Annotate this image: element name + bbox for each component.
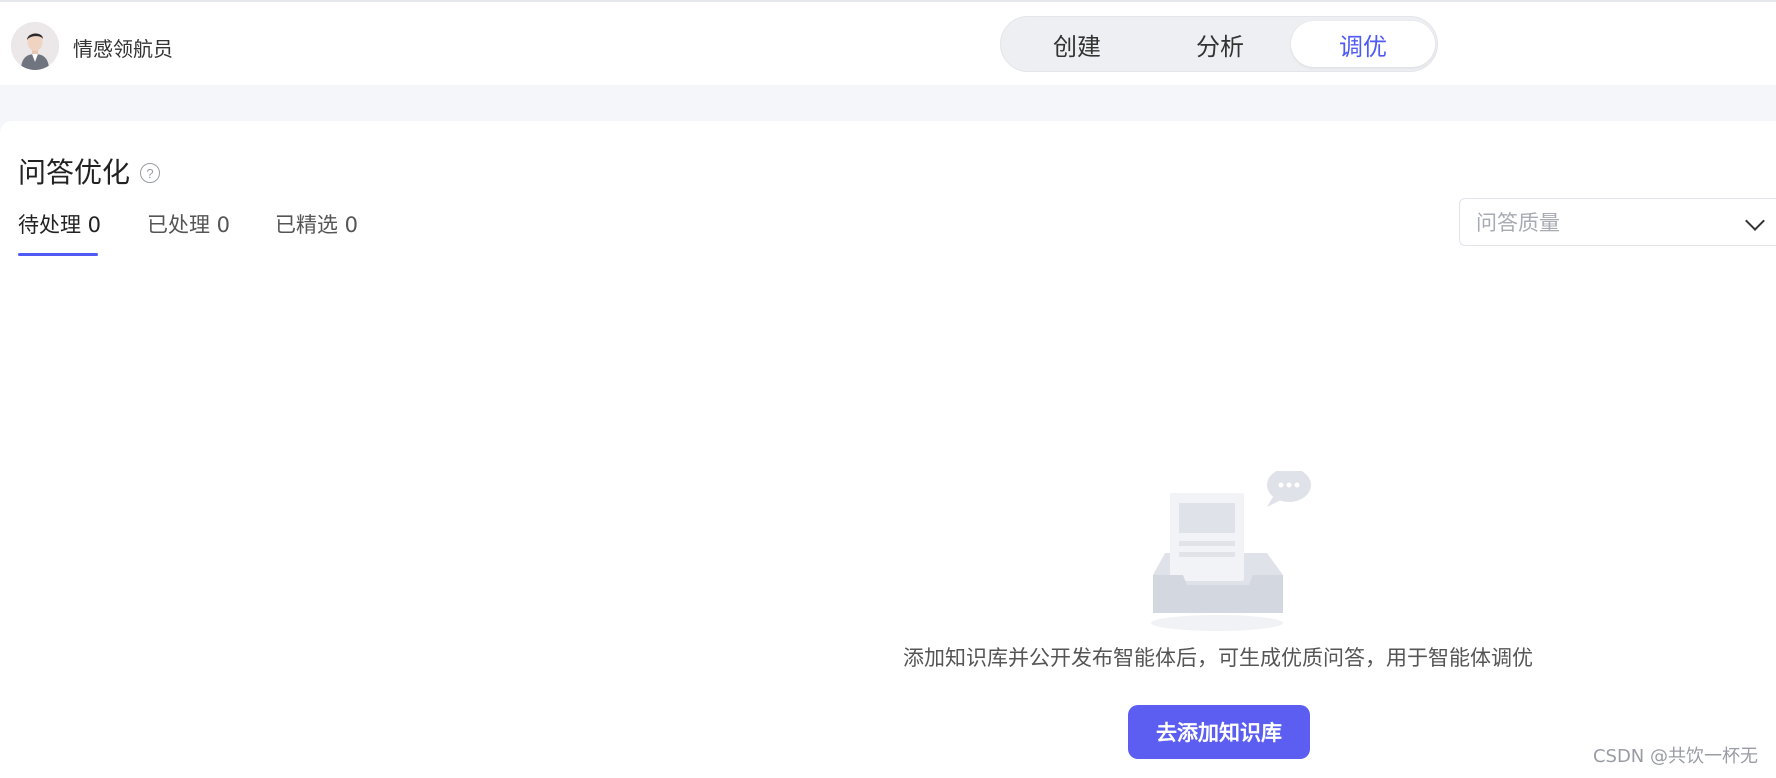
agent-avatar[interactable] bbox=[11, 22, 59, 70]
tab-pending[interactable]: 待处理 0 bbox=[18, 209, 101, 239]
active-tab-indicator bbox=[18, 253, 98, 256]
agent-name: 情感领航员 bbox=[73, 37, 173, 61]
chevron-down-icon bbox=[1745, 211, 1765, 231]
page-title: 问答优化 bbox=[18, 156, 131, 189]
avatar-illustration bbox=[11, 22, 59, 70]
question-circle-icon[interactable]: ? bbox=[140, 163, 161, 183]
mode-tab-create[interactable]: 创建 bbox=[1005, 21, 1149, 67]
tab-selected[interactable]: 已精选 0 bbox=[275, 209, 358, 239]
add-knowledge-base-button[interactable]: 去添加知识库 bbox=[1128, 705, 1310, 759]
quality-filter-select[interactable]: 问答质量 bbox=[1459, 198, 1776, 246]
main-panel: 问答优化 ? 待处理 0 已处理 0 已精选 0 问答质量 添加知识库并公开发布… bbox=[0, 121, 1776, 778]
mode-switch: 创建 分析 调优 bbox=[1000, 16, 1438, 72]
empty-inbox-icon bbox=[1151, 471, 1311, 631]
section-title: 问答优化 ? bbox=[18, 151, 161, 191]
mode-tab-tune[interactable]: 调优 bbox=[1291, 21, 1435, 67]
empty-state-message: 添加知识库并公开发布智能体后，可生成优质问答，用于智能体调优 bbox=[903, 646, 1533, 670]
watermark: CSDN @共饮一杯无 bbox=[1592, 746, 1758, 767]
header: 情感领航员 创建 分析 调优 bbox=[0, 2, 1776, 85]
filter-placeholder: 问答质量 bbox=[1476, 211, 1560, 235]
mode-tab-analyze[interactable]: 分析 bbox=[1148, 21, 1292, 67]
tab-processed[interactable]: 已处理 0 bbox=[147, 209, 230, 239]
